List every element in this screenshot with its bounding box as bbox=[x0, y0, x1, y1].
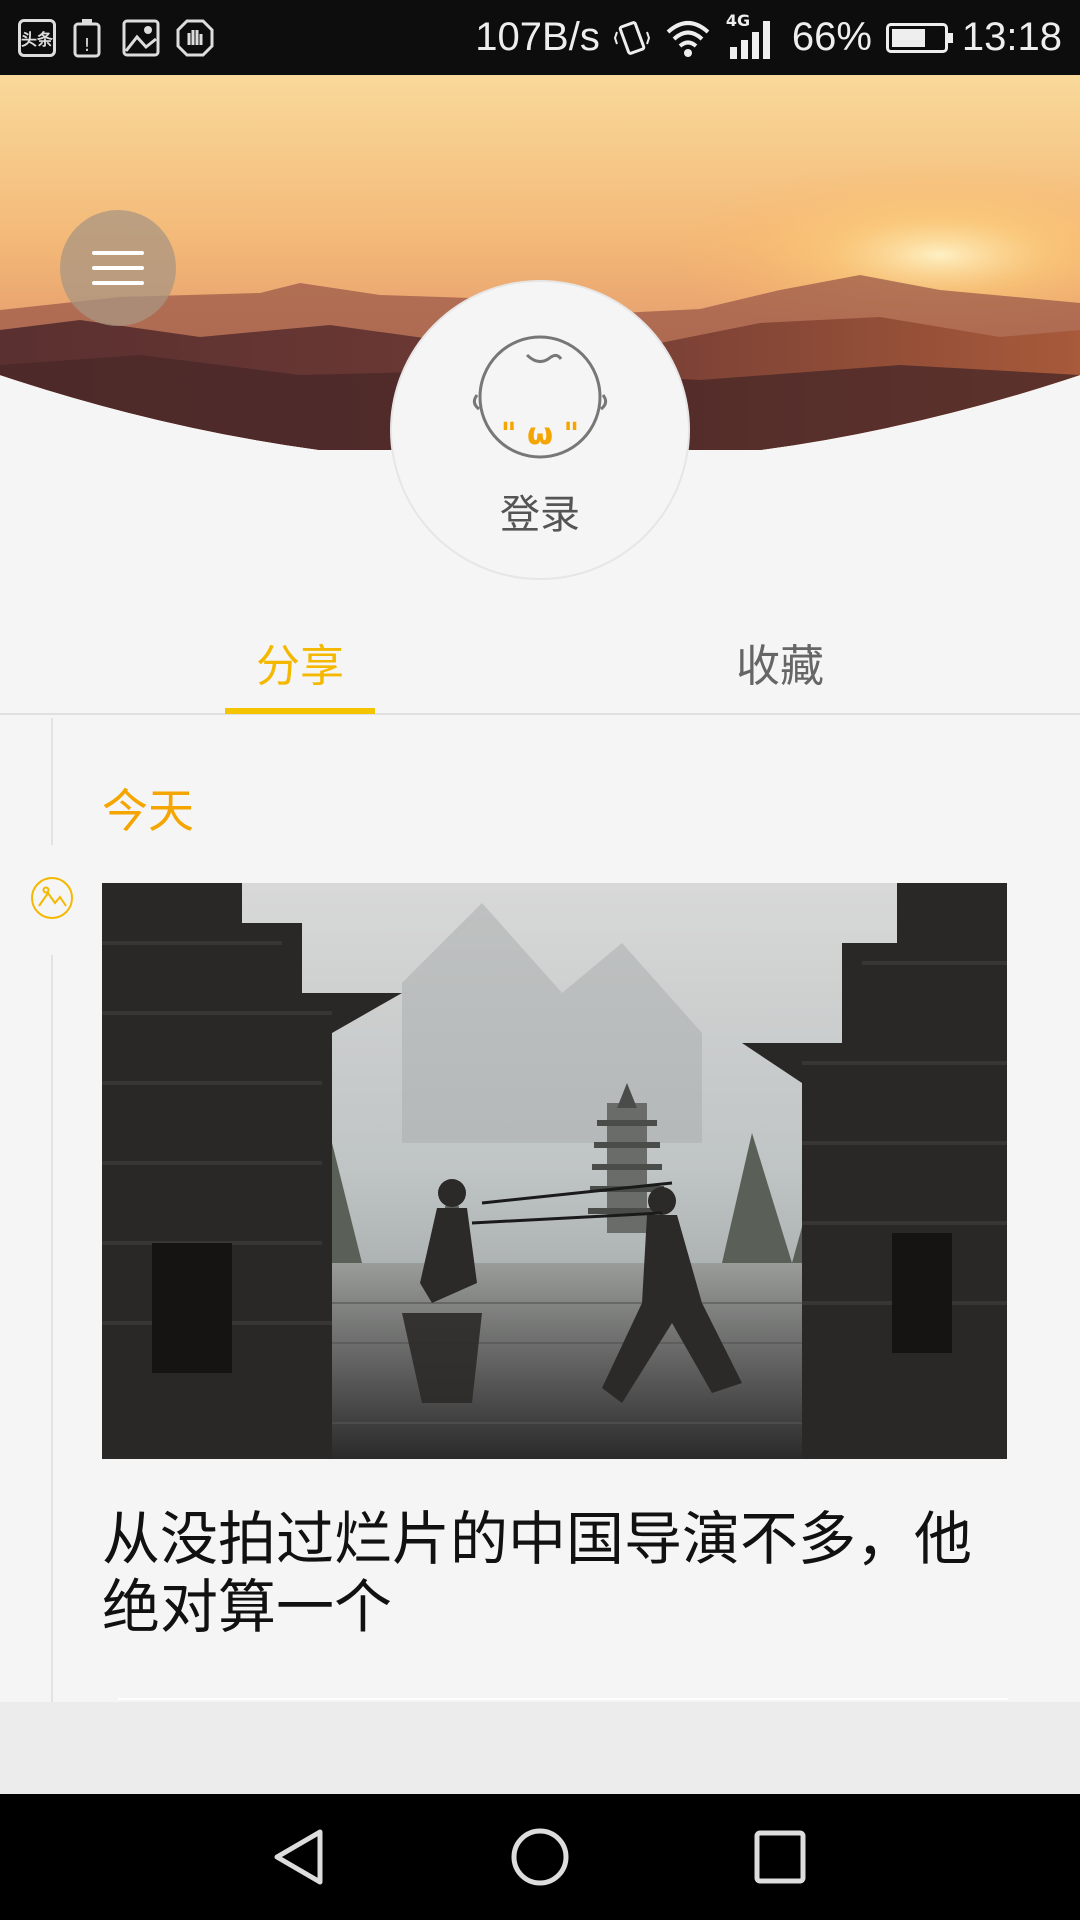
network-speed: 107B/s bbox=[475, 15, 600, 59]
login-avatar-button[interactable]: " ω " 登录 bbox=[390, 280, 690, 580]
date-label: 今天 bbox=[102, 784, 194, 838]
navigation-bar bbox=[0, 1794, 1080, 1920]
recent-apps-icon[interactable] bbox=[745, 1824, 815, 1890]
battery-icon bbox=[885, 22, 953, 53]
battery-warning-icon: ! bbox=[73, 18, 101, 57]
notification-icons: 头条 ! bbox=[18, 18, 214, 58]
toutiao-notification-icon: 头条 bbox=[18, 18, 56, 57]
signal-bars-icon bbox=[729, 20, 770, 59]
menu-icon-line bbox=[92, 266, 144, 270]
battery-fill bbox=[891, 28, 925, 47]
photo-timeline-icon bbox=[31, 877, 73, 919]
hand-notification-icon bbox=[176, 19, 214, 56]
image-notification-icon bbox=[122, 19, 160, 56]
back-icon[interactable] bbox=[265, 1824, 335, 1890]
tab-bar: 分享 收藏 bbox=[0, 600, 1080, 715]
menu-button[interactable] bbox=[60, 210, 176, 326]
home-icon[interactable] bbox=[505, 1824, 575, 1890]
tab-share[interactable]: 分享 bbox=[200, 630, 400, 694]
wifi-icon bbox=[666, 20, 710, 57]
avatar-face-text: " ω " bbox=[500, 417, 580, 452]
content-bottom-area bbox=[0, 1702, 1080, 1794]
menu-icon-line bbox=[92, 281, 144, 285]
status-bar: 头条 ! 107B/s 4G 66% 13:18 bbox=[0, 0, 1080, 75]
article-title[interactable]: 从没拍过烂片的中国导演不多，他绝对算一个 bbox=[102, 1505, 1017, 1641]
menu-icon-line bbox=[92, 251, 144, 255]
cellular-signal: 4G bbox=[726, 11, 778, 61]
clock: 13:18 bbox=[961, 15, 1062, 59]
tab-favorites[interactable]: 收藏 bbox=[680, 630, 880, 694]
battery-percent: 66% bbox=[791, 15, 872, 59]
svg-text:!: ! bbox=[83, 35, 90, 56]
active-tab-indicator bbox=[225, 708, 375, 714]
article-cover-image[interactable] bbox=[102, 883, 1007, 1459]
card-divider bbox=[118, 1698, 1008, 1700]
system-indicators: 107B/s 4G 66% 13:18 bbox=[475, 11, 1062, 61]
vibrate-icon bbox=[613, 20, 650, 55]
login-label: 登录 bbox=[500, 492, 580, 538]
